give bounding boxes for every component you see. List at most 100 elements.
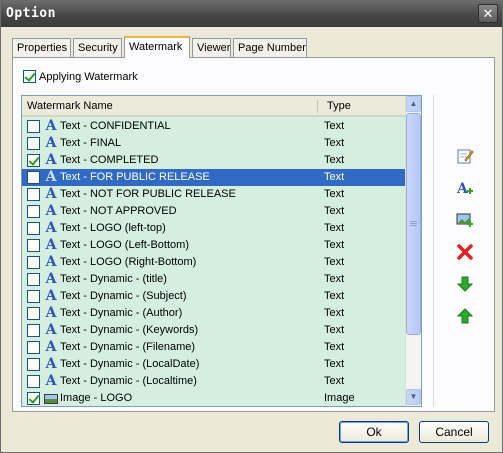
list-item[interactable]: A Text - LOGO (Left-Bottom) Text <box>22 237 406 254</box>
title-bar[interactable]: Option ✕ <box>1 1 502 27</box>
text-icon: A <box>45 254 57 270</box>
row-checkbox[interactable] <box>27 324 40 337</box>
tab-properties[interactable]: Properties <box>12 38 71 57</box>
watermark-type: Text <box>324 273 345 285</box>
add-image-watermark-button[interactable] <box>456 211 476 231</box>
watermark-name: Text - Dynamic - (Localtime) <box>60 375 197 387</box>
watermark-name: Text - Dynamic - (Author) <box>60 307 183 319</box>
watermark-type: Text <box>324 154 345 166</box>
add-text-watermark-button[interactable]: A <box>456 179 476 199</box>
list-item[interactable]: A Text - Dynamic - (Author) Text <box>22 305 406 322</box>
watermark-name: Text - Dynamic - (Filename) <box>60 341 196 353</box>
list-item[interactable]: A Text - Dynamic - (Keywords) Text <box>22 322 406 339</box>
list-item[interactable]: A Text - NOT FOR PUBLIC RELEASE Text <box>22 186 406 203</box>
watermark-name: Text - LOGO (Left-Bottom) <box>60 239 189 251</box>
list-item[interactable]: A Text - FINAL Text <box>22 135 406 152</box>
apply-watermark-option[interactable]: Applying Watermark <box>23 70 138 83</box>
tab-page-number[interactable]: Page Number <box>233 38 307 57</box>
delete-watermark-icon <box>457 244 473 260</box>
list-item[interactable]: A Text - Dynamic - (Filename) Text <box>22 339 406 356</box>
list-item[interactable]: A Text - Dynamic - (Subject) Text <box>22 288 406 305</box>
list-item[interactable]: A Text - LOGO (left-top) Text <box>22 220 406 237</box>
row-checkbox[interactable] <box>27 171 40 184</box>
column-header-name[interactable]: Watermark Name <box>24 96 113 116</box>
column-header-type[interactable]: Type <box>324 96 351 116</box>
watermark-type: Text <box>324 358 345 370</box>
row-checkbox[interactable] <box>27 239 40 252</box>
list-item[interactable]: A Text - Dynamic - (title) Text <box>22 271 406 288</box>
list-item[interactable]: A Text - Dynamic - (Localtime) Text <box>22 373 406 390</box>
row-checkbox[interactable] <box>27 392 40 405</box>
list-item[interactable]: A Text - CONFIDENTIAL Text <box>22 118 406 135</box>
watermark-type: Text <box>324 307 345 319</box>
watermark-type: Text <box>324 239 345 251</box>
scroll-down-button[interactable]: ▼ <box>406 389 421 405</box>
list-item[interactable]: A Text - LOGO (Right-Bottom) Text <box>22 254 406 271</box>
watermark-type: Text <box>324 290 345 302</box>
text-icon: A <box>45 373 57 389</box>
watermark-name: Text - FINAL <box>60 137 122 149</box>
watermark-name: Text - Dynamic - (Subject) <box>60 290 187 302</box>
row-checkbox[interactable] <box>27 154 40 167</box>
row-checkbox[interactable] <box>27 273 40 286</box>
watermark-panel: Applying Watermark Watermark Name Type A… <box>12 57 495 412</box>
column-divider[interactable] <box>317 100 318 113</box>
text-icon: A <box>45 135 57 151</box>
move-up-button[interactable] <box>456 307 476 327</box>
option-dialog: Option ✕ Properties Security Watermark V… <box>0 0 503 453</box>
row-checkbox[interactable] <box>27 188 40 201</box>
watermark-list[interactable]: Watermark Name Type A Text - CONFIDENTIAL… <box>21 95 422 407</box>
delete-watermark-button[interactable] <box>456 243 476 263</box>
text-icon: A <box>45 322 57 338</box>
thumb-grip <box>410 221 417 222</box>
list-item[interactable]: A Text - Dynamic - (LocalDate) Text <box>22 356 406 373</box>
row-checkbox[interactable] <box>27 256 40 269</box>
watermark-toolbar: A <box>433 95 489 407</box>
row-checkbox[interactable] <box>27 205 40 218</box>
row-checkbox[interactable] <box>27 358 40 371</box>
move-up-icon <box>456 308 474 324</box>
text-icon: A <box>45 169 57 185</box>
watermark-type: Text <box>324 324 345 336</box>
watermark-name: Text - FOR PUBLIC RELEASE <box>60 171 210 183</box>
list-item[interactable]: Image - LOGO Image <box>22 390 406 406</box>
watermark-name: Image - LOGO <box>60 392 133 404</box>
row-checkbox[interactable] <box>27 307 40 320</box>
text-icon: A <box>45 356 57 372</box>
watermark-type: Text <box>324 375 345 387</box>
ok-button[interactable]: Ok <box>339 421 409 443</box>
add-image-watermark-icon <box>456 213 473 227</box>
svg-text:A: A <box>456 181 469 197</box>
window-title: Option <box>6 6 56 21</box>
watermark-name: Text - CONFIDENTIAL <box>60 120 171 132</box>
close-button[interactable]: ✕ <box>478 4 498 23</box>
move-down-button[interactable] <box>456 275 476 295</box>
text-icon: A <box>45 271 57 287</box>
row-checkbox[interactable] <box>27 290 40 303</box>
row-checkbox[interactable] <box>27 222 40 235</box>
tab-viewer[interactable]: Viewer <box>192 38 231 57</box>
watermark-name: Text - Dynamic - (title) <box>60 273 167 285</box>
scrollbar-thumb[interactable] <box>406 113 421 335</box>
list-item[interactable]: A Text - NOT APPROVED Text <box>22 203 406 220</box>
watermark-type: Image <box>324 392 355 404</box>
watermark-name: Text - NOT APPROVED <box>60 205 177 217</box>
edit-watermark-button[interactable] <box>456 147 476 167</box>
text-icon: A <box>45 186 57 202</box>
list-item[interactable]: A Text - COMPLETED Text <box>22 152 406 169</box>
list-item[interactable]: A Text - FOR PUBLIC RELEASE Text <box>22 169 406 186</box>
apply-watermark-checkbox[interactable] <box>23 70 36 83</box>
text-icon: A <box>45 237 57 253</box>
vertical-scrollbar[interactable]: ▲ ▼ <box>405 96 421 406</box>
scroll-up-button[interactable]: ▲ <box>406 96 421 112</box>
text-icon: A <box>45 118 57 134</box>
cancel-button[interactable]: Cancel <box>419 421 489 443</box>
thumb-grip <box>410 223 417 224</box>
tab-watermark[interactable]: Watermark <box>124 36 190 58</box>
tab-security[interactable]: Security <box>73 38 122 57</box>
row-checkbox[interactable] <box>27 120 40 133</box>
list-header: Watermark Name Type <box>22 96 406 117</box>
row-checkbox[interactable] <box>27 137 40 150</box>
row-checkbox[interactable] <box>27 341 40 354</box>
row-checkbox[interactable] <box>27 375 40 388</box>
